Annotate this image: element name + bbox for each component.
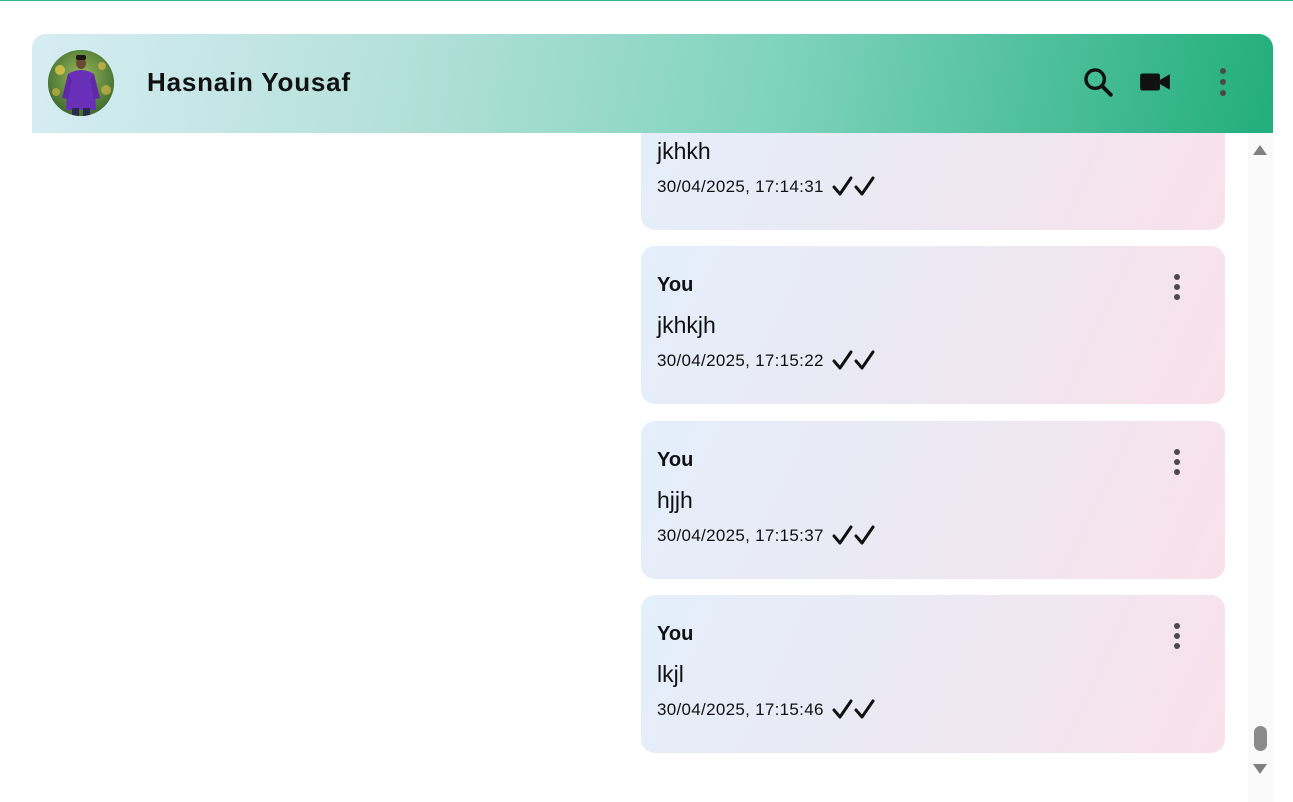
message-text: hjjh — [657, 487, 693, 513]
chat-window: Hasnain Yousaf jkhkh 30/04/2025, 17:14:3… — [32, 34, 1273, 802]
avatar-photo — [48, 50, 114, 116]
scroll-thumb[interactable] — [1254, 726, 1267, 751]
message-meta: 30/04/2025, 17:14:31 — [657, 176, 876, 198]
read-receipt-icon — [832, 350, 876, 372]
messages-area: jkhkh 30/04/2025, 17:14:31 You jkhkjh 30… — [32, 133, 1273, 802]
top-divider — [0, 0, 1293, 1]
message-sender: You — [657, 449, 694, 471]
message-bubble: You jkhkjh 30/04/2025, 17:15:22 — [641, 246, 1225, 404]
read-receipt-icon — [832, 176, 876, 198]
read-receipt-icon — [832, 525, 876, 547]
more-vert-icon — [1174, 449, 1180, 475]
message-meta: 30/04/2025, 17:15:46 — [657, 699, 876, 721]
header-menu-button[interactable] — [1203, 62, 1243, 102]
scroll-up-arrow-icon[interactable] — [1253, 145, 1267, 155]
message-text: jkhkh — [657, 138, 711, 164]
contact-name: Hasnain Yousaf — [147, 67, 351, 97]
message-menu-button[interactable] — [1165, 445, 1189, 479]
message-timestamp: 30/04/2025, 17:15:46 — [657, 700, 824, 719]
message-sender: You — [657, 274, 694, 296]
message-menu-button[interactable] — [1165, 619, 1189, 653]
contact-avatar[interactable] — [48, 50, 114, 116]
read-receipt-icon — [832, 699, 876, 721]
search-icon — [1084, 68, 1113, 97]
message-bubble: You lkjl 30/04/2025, 17:15:46 — [641, 595, 1225, 753]
message-text: lkjl — [657, 661, 684, 687]
message-timestamp: 30/04/2025, 17:14:31 — [657, 177, 824, 196]
message-meta: 30/04/2025, 17:15:22 — [657, 350, 876, 372]
message-sender: You — [657, 623, 694, 645]
message-text: jkhkjh — [657, 312, 716, 338]
message-bubble: You hjjh 30/04/2025, 17:15:37 — [641, 421, 1225, 579]
message-bubble: jkhkh 30/04/2025, 17:14:31 — [641, 133, 1225, 230]
message-timestamp: 30/04/2025, 17:15:22 — [657, 351, 824, 370]
scroll-down-arrow-icon[interactable] — [1253, 764, 1267, 774]
more-vert-icon — [1220, 68, 1226, 96]
message-timestamp: 30/04/2025, 17:15:37 — [657, 526, 824, 545]
video-call-icon — [1140, 73, 1170, 91]
messages-scrollbar[interactable] — [1248, 133, 1273, 802]
chat-header: Hasnain Yousaf — [32, 34, 1273, 133]
more-vert-icon — [1174, 274, 1180, 300]
message-meta: 30/04/2025, 17:15:37 — [657, 525, 876, 547]
more-vert-icon — [1174, 623, 1180, 649]
message-menu-button[interactable] — [1165, 270, 1189, 304]
video-call-button[interactable] — [1135, 62, 1175, 102]
search-button[interactable] — [1078, 62, 1118, 102]
